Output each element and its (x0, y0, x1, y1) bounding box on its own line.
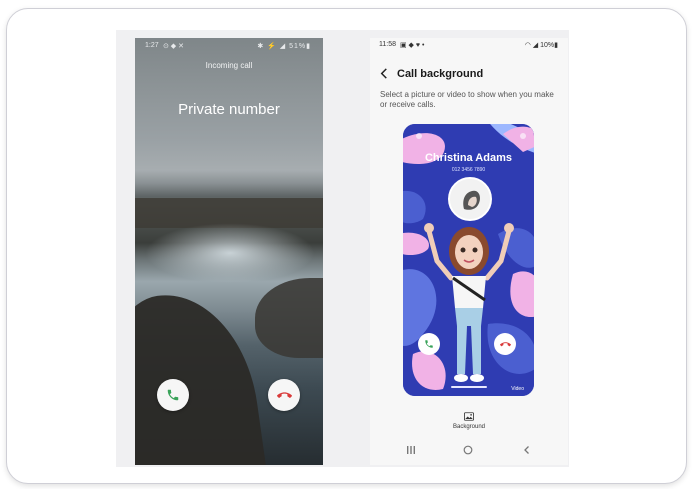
page-title: Call background (397, 68, 484, 80)
incoming-call-screen: 1:27 ⊙ ◆ ✕ ✱ ⚡ ◢ 51%▮ Incoming call Priv… (135, 38, 323, 465)
preview-decline-button (494, 333, 516, 355)
status-time: 11:58 (379, 41, 396, 48)
incoming-call-label: Incoming call (205, 61, 253, 70)
status-bar: 1:27 ⊙ ◆ ✕ ✱ ⚡ ◢ 51%▮ (135, 41, 323, 53)
phone-hangup-icon (499, 341, 511, 346)
status-bar: 11:58 ▣ ◆ ♥ • ◠ ◢ 10%▮ (370, 40, 568, 52)
contact-avatar (448, 177, 492, 221)
preview-video-label: Video (511, 386, 524, 392)
chevron-left-icon (380, 68, 387, 79)
image-icon (464, 412, 474, 421)
profile-photo-icon (450, 179, 490, 219)
background-button[interactable]: Background (370, 412, 568, 430)
status-icons-left: ▣ ◆ ♥ • (400, 42, 425, 49)
home-button[interactable] (463, 445, 473, 458)
back-button[interactable] (380, 68, 388, 80)
background-button-label: Background (452, 424, 486, 430)
nav-back-button[interactable] (522, 445, 532, 458)
status-icons-right: ◠ ◢ 10%▮ (524, 42, 558, 49)
avatar-figure-illustration (424, 223, 514, 382)
status-icons-right: ✱ ⚡ ◢ 51%▮ (257, 43, 311, 50)
phone-icon (425, 340, 433, 348)
call-background-preview[interactable]: Christina Adams 012 3456 7890 Video (403, 124, 534, 396)
phone-hangup-icon (276, 391, 292, 398)
preview-accept-button (418, 333, 440, 355)
recent-apps-button[interactable] (406, 445, 416, 458)
call-background-screen: 11:58 ▣ ◆ ♥ • ◠ ◢ 10%▮ Call background S… (370, 38, 568, 465)
background-photo-rock (135, 284, 269, 465)
preview-home-indicator (451, 386, 487, 388)
preview-contact-name: Christina Adams (424, 152, 512, 164)
phone-icon (167, 389, 179, 401)
caller-name: Private number (178, 101, 280, 118)
recent-apps-icon (407, 446, 415, 454)
background-photo-rock (255, 278, 323, 358)
preview-contact-number: 012 3456 7890 (451, 167, 486, 173)
accept-call-button[interactable] (157, 379, 189, 411)
page-description: Select a picture or video to show when y… (380, 90, 554, 109)
status-icons-left: ⊙ ◆ ✕ (163, 43, 185, 50)
back-arrow-icon (524, 446, 529, 454)
background-photo-waves (145, 223, 315, 283)
home-icon (463, 445, 473, 455)
decline-call-button[interactable] (268, 379, 300, 411)
status-time: 1:27 (145, 42, 159, 49)
navigation-bar (370, 442, 568, 462)
